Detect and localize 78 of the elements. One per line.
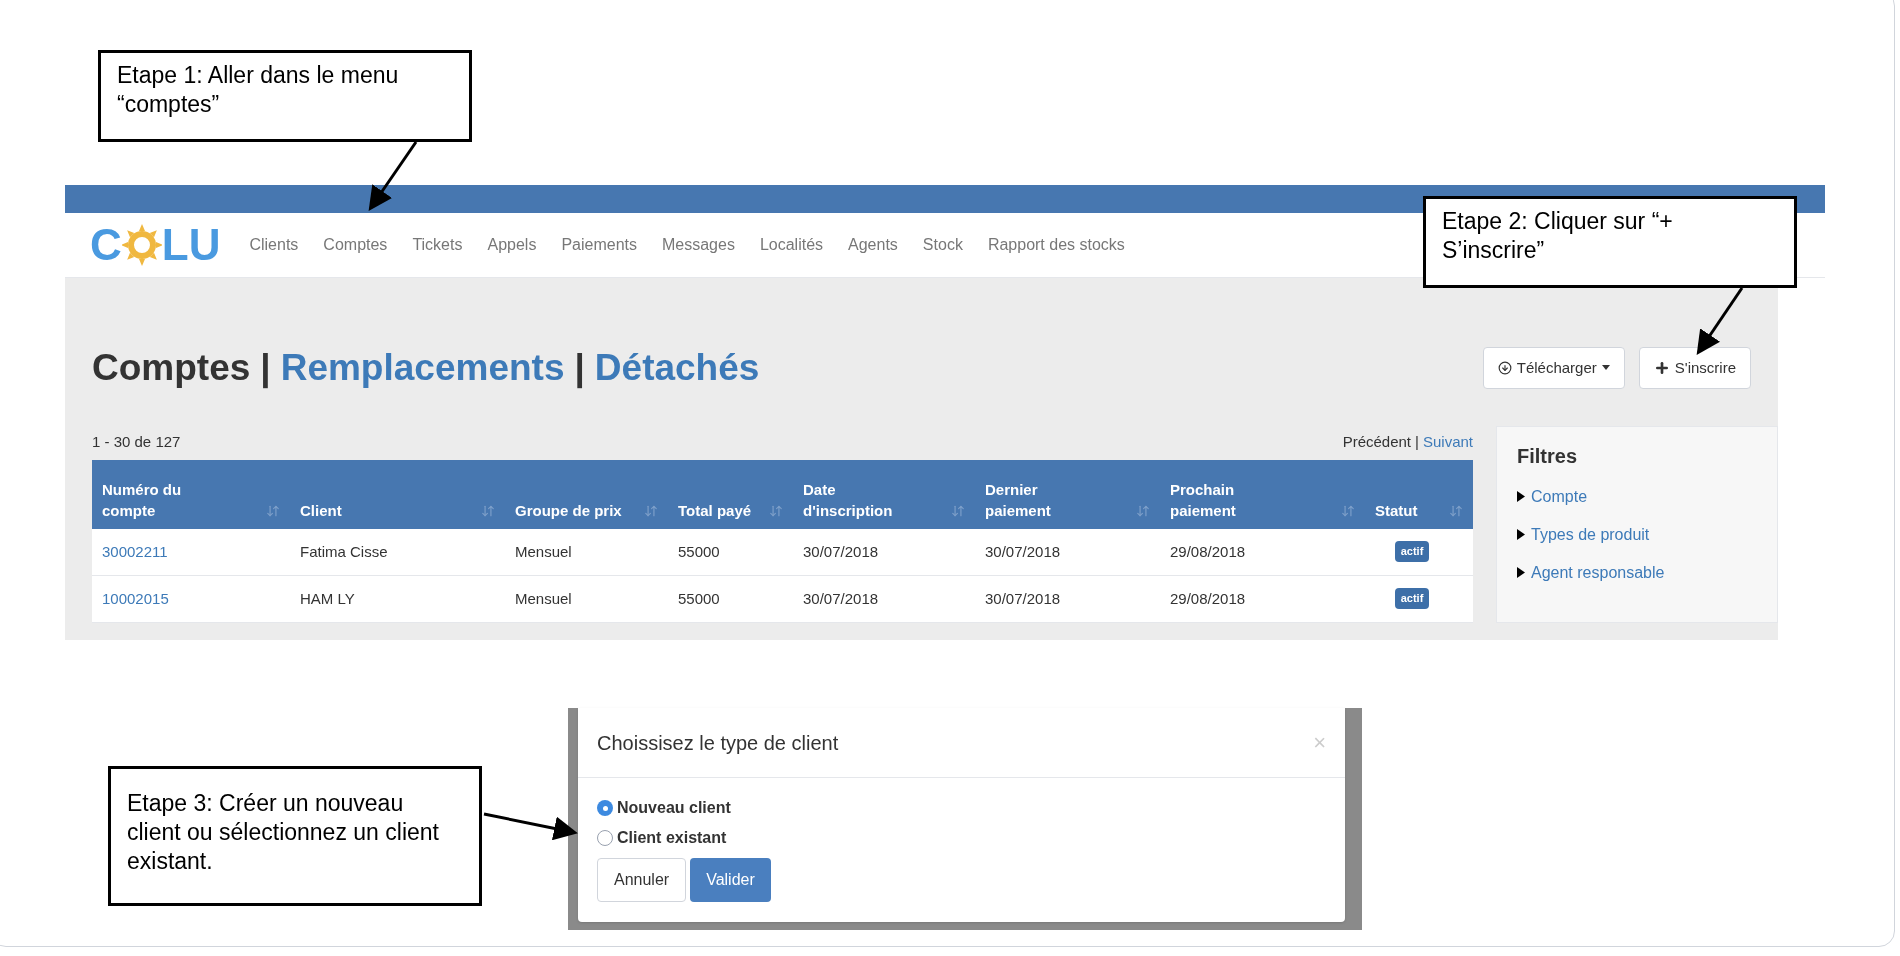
column-header[interactable]: Statut: [1375, 499, 1418, 521]
column-header[interactable]: Numéro du compte: [102, 478, 212, 521]
logo-text: LU: [161, 223, 221, 267]
status-badge: actif: [1394, 541, 1430, 562]
filter-toggle[interactable]: Agent responsable: [1517, 560, 1777, 585]
callout-box: Etape 1: Aller dans le menu “comptes”: [98, 50, 472, 142]
filters-title: Filtres: [1517, 443, 1579, 469]
column-header[interactable]: Client: [300, 499, 342, 521]
sort-icon: [1136, 503, 1150, 518]
column-header[interactable]: Prochain paiement: [1170, 478, 1280, 521]
table-cell: 30/07/2018: [803, 542, 879, 560]
nav-link[interactable]: Agents: [848, 233, 898, 257]
triangle-icon: [1517, 567, 1525, 578]
previous-link[interactable]: Précédent: [1342, 431, 1412, 454]
page-heading-link[interactable]: Comptes: [92, 340, 251, 396]
table-cell: 29/08/2018: [1170, 542, 1246, 560]
nav-link[interactable]: Messages: [661, 233, 735, 257]
table-cell: Mensuel: [515, 542, 572, 560]
caret-icon: [1601, 365, 1610, 371]
callout-box: Etape 2: Cliquer sur “+ S’inscrire”: [1423, 196, 1797, 288]
sort-icon: [1341, 503, 1355, 518]
column-header[interactable]: Date d'inscription: [803, 478, 913, 521]
sun-logo-icon: [121, 223, 162, 267]
heading-separator: |: [260, 346, 271, 391]
table-cell: 29/08/2018: [1170, 589, 1246, 607]
nav-link[interactable]: Rapport des stocks: [987, 233, 1125, 257]
column-header[interactable]: Groupe de prix: [515, 499, 622, 521]
sort-icon: [951, 503, 965, 518]
nav-link[interactable]: Tickets: [412, 233, 463, 257]
table-cell: 55000: [678, 589, 720, 607]
confirm-button[interactable]: Valider: [690, 858, 771, 902]
account-link[interactable]: 30002211: [102, 542, 168, 560]
column-header[interactable]: Dernier paiement: [985, 478, 1095, 521]
table-cell: Mensuel: [515, 589, 572, 607]
sort-icon: [769, 503, 783, 518]
table-cell: 55000: [678, 542, 720, 560]
nav-link[interactable]: Stock: [922, 233, 963, 257]
account-link[interactable]: 10002015: [102, 589, 169, 607]
filter-toggle[interactable]: Types de produit: [1517, 522, 1777, 547]
nav-link[interactable]: Clients: [249, 233, 299, 257]
column-header[interactable]: Total payé: [678, 499, 752, 521]
pager-separator: |: [1415, 432, 1419, 453]
nav-link[interactable]: Appels: [487, 233, 537, 257]
page-heading-link[interactable]: Remplacements: [280, 340, 565, 396]
callout-box: Etape 3: Créer un nouveau client ou sélectionnez un client existant.: [108, 766, 482, 906]
table-cell: HAM LY: [300, 589, 355, 607]
radio-button[interactable]: [597, 800, 613, 816]
arrow: [368, 141, 418, 211]
logo-text: C: [90, 223, 122, 267]
register-button[interactable]: S'inscrire: [1638, 346, 1751, 389]
download-button[interactable]: Télécharger: [1482, 346, 1625, 389]
page-heading-link[interactable]: Détachés: [594, 340, 760, 396]
cancel-button[interactable]: Annuler: [597, 858, 687, 902]
next-link[interactable]: Suivant: [1422, 431, 1473, 454]
sort-icon: [266, 503, 280, 518]
status-badge: actif: [1394, 588, 1430, 609]
table-cell: 30/07/2018: [985, 542, 1061, 560]
sort-icon: [644, 503, 658, 518]
nav-link[interactable]: Localités: [759, 233, 824, 257]
radio-option[interactable]: Nouveau client: [597, 796, 1326, 820]
arrow: [1696, 287, 1744, 355]
plus-icon: [1653, 359, 1670, 376]
heading-separator: |: [574, 346, 585, 391]
download-icon: [1497, 360, 1512, 375]
dialog-title: Choissisez le type de client: [597, 730, 839, 756]
record-count: 1 - 30 de 127: [92, 432, 181, 453]
sort-icon: [1449, 503, 1463, 518]
table-cell: 30/07/2018: [985, 589, 1061, 607]
filter-toggle[interactable]: Compte: [1517, 484, 1777, 509]
nav-link[interactable]: Comptes: [323, 233, 388, 257]
sort-icon: [481, 503, 495, 518]
triangle-icon: [1517, 529, 1525, 540]
table-cell: 30/07/2018: [803, 589, 879, 607]
radio-button[interactable]: [597, 830, 613, 846]
nav-link[interactable]: Paiements: [561, 233, 637, 257]
table-cell: Fatima Cisse: [300, 542, 388, 560]
triangle-icon: [1517, 491, 1525, 502]
radio-option[interactable]: Client existant: [597, 826, 1326, 850]
